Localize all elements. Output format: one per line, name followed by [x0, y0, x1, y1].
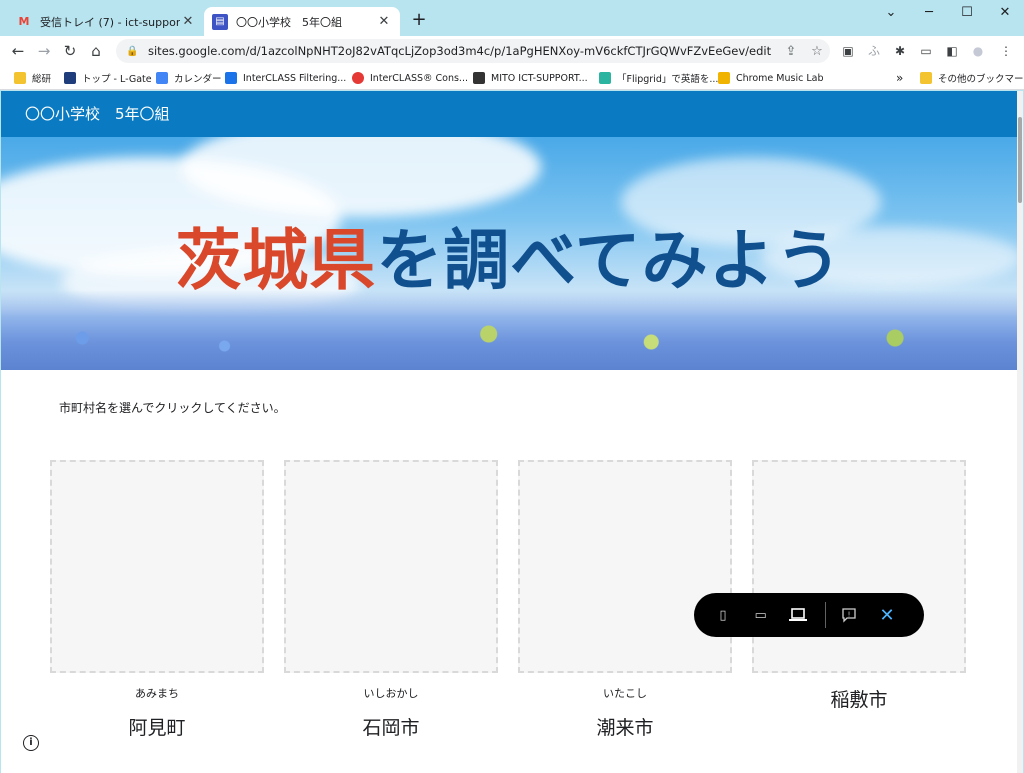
- reload-button[interactable]: ↻: [58, 39, 82, 63]
- bookmarks-bar: 総研 トップ - L-Gate カレンダー InterCLASS Filteri…: [0, 66, 1024, 90]
- folder-icon: [14, 72, 26, 84]
- bookmarks-overflow-button[interactable]: »: [896, 69, 903, 87]
- gmail-icon: M: [18, 15, 30, 28]
- city-name[interactable]: 石岡市: [284, 713, 498, 740]
- site-header: 〇〇小学校 5年〇組: [1, 91, 1017, 137]
- window-close-button[interactable]: ✕: [986, 0, 1024, 28]
- extensions-puzzle-icon[interactable]: ✱: [890, 41, 910, 61]
- address-bar[interactable]: 🔒 sites.google.com/d/1azcolNpNHT2oJ82vAT…: [116, 39, 830, 63]
- url-text[interactable]: sites.google.com/d/1azcolNpNHT2oJ82vATqc…: [148, 44, 778, 58]
- close-tab-icon[interactable]: ✕: [376, 14, 392, 29]
- bookmark-item[interactable]: InterCLASS Filtering...: [225, 69, 346, 87]
- page-viewport: 〇〇小学校 5年〇組 茨城県を調べてみよう 市町村名を選んでクリックしてください…: [1, 91, 1023, 773]
- home-button[interactable]: ⌂: [84, 39, 108, 63]
- banner-title-red: 茨城県: [175, 222, 377, 299]
- banner-title-blue: を調べてみよう: [376, 222, 843, 299]
- lock-icon[interactable]: 🔒: [126, 46, 140, 57]
- tablet-preview-icon[interactable]: ▭: [746, 600, 776, 630]
- city-card[interactable]: あみまち 阿見町: [50, 460, 264, 740]
- tab-google-sites[interactable]: ▤ 〇〇小学校 5年〇組 ✕: [204, 7, 400, 36]
- side-panel-icon[interactable]: ◧: [942, 41, 962, 61]
- google-sites-icon: ▤: [212, 13, 228, 30]
- image-placeholder[interactable]: [752, 460, 966, 673]
- city-name[interactable]: 潮来市: [518, 713, 732, 740]
- minimize-button[interactable]: ─: [910, 0, 948, 28]
- forward-button[interactable]: →: [32, 39, 56, 63]
- image-placeholder[interactable]: [284, 460, 498, 673]
- laptop-preview-icon[interactable]: [784, 600, 814, 630]
- preview-separator: [825, 602, 827, 628]
- share-icon[interactable]: ⇪: [778, 44, 804, 59]
- instruction-text: 市町村名を選んでクリックしてください。: [59, 401, 286, 415]
- tab-search-chevron-icon[interactable]: ⌄: [872, 0, 910, 28]
- city-card[interactable]: 稲敷市: [752, 460, 966, 712]
- tab-title: 受信トレイ (7) - ict-support@mict...: [40, 15, 180, 29]
- ime-extension-icon[interactable]: ふ: [864, 41, 884, 61]
- image-placeholder[interactable]: [50, 460, 264, 673]
- maximize-button[interactable]: ☐: [948, 0, 986, 28]
- new-tab-button[interactable]: +: [408, 9, 430, 31]
- city-card[interactable]: いしおかし 石岡市: [284, 460, 498, 740]
- cast-icon[interactable]: ▭: [916, 41, 936, 61]
- music-lab-icon: [718, 72, 730, 84]
- interclass-icon: [225, 72, 237, 84]
- scrollbar-thumb[interactable]: [1018, 117, 1022, 203]
- chrome-menu-icon[interactable]: ⋮: [996, 41, 1016, 61]
- phone-preview-icon[interactable]: ▯: [708, 600, 738, 630]
- bookmark-item[interactable]: MITO ICT-SUPPORT...: [473, 69, 588, 87]
- tab-gmail[interactable]: M 受信トレイ (7) - ict-support@mict... ✕: [8, 7, 204, 36]
- city-name[interactable]: 稲敷市: [752, 685, 966, 712]
- svg-text:!: !: [848, 611, 851, 619]
- bookmark-star-icon[interactable]: ☆: [804, 44, 830, 59]
- banner: 茨城県を調べてみよう: [1, 137, 1017, 370]
- folder-icon: [920, 72, 932, 84]
- bookmark-item[interactable]: InterCLASS® Cons...: [352, 69, 468, 87]
- close-preview-icon[interactable]: ✕: [872, 600, 902, 630]
- city-ruby: いたこし: [603, 687, 647, 700]
- city-ruby: いしおかし: [363, 687, 419, 700]
- city-ruby: あみまち: [135, 687, 179, 700]
- extension-icon[interactable]: ▣: [838, 41, 858, 61]
- close-tab-icon[interactable]: ✕: [180, 14, 196, 29]
- tab-title: 〇〇小学校 5年〇組: [236, 15, 342, 29]
- page-scrollbar[interactable]: [1017, 91, 1023, 773]
- bookmark-item[interactable]: カレンダー: [156, 69, 222, 87]
- banner-title: 茨城県を調べてみよう: [1, 207, 1017, 303]
- tab-strip: M 受信トレイ (7) - ict-support@mict... ✕ ▤ 〇〇…: [0, 0, 1024, 36]
- other-bookmarks[interactable]: その他のブックマーク: [920, 69, 1024, 87]
- feedback-bubble-icon: !: [842, 608, 856, 623]
- feedback-icon[interactable]: !: [834, 600, 864, 630]
- flipgrid-icon: [599, 72, 611, 84]
- profile-avatar[interactable]: ●: [968, 41, 988, 61]
- monitor-icon: [473, 72, 485, 84]
- preview-toolbar: ▯ ▭ ! ✕: [694, 593, 924, 637]
- site-title[interactable]: 〇〇小学校 5年〇組: [25, 105, 170, 123]
- lgate-icon: [64, 72, 76, 84]
- interclass-console-icon: [352, 72, 364, 84]
- laptop-icon: [789, 608, 808, 621]
- calendar-icon: [156, 72, 168, 84]
- bookmark-item[interactable]: 「Flipgrid」で英語を...: [599, 69, 718, 87]
- info-icon[interactable]: i: [23, 735, 39, 751]
- city-name[interactable]: 阿見町: [50, 713, 264, 740]
- browser-toolbar: ← → ↻ ⌂ 🔒 sites.google.com/d/1azcolNpNHT…: [0, 36, 1024, 66]
- image-placeholder[interactable]: [518, 460, 732, 673]
- bookmark-item[interactable]: Chrome Music Lab: [718, 69, 823, 87]
- bookmark-item[interactable]: トップ - L-Gate: [64, 69, 152, 87]
- back-button[interactable]: ←: [6, 39, 30, 63]
- bookmark-item[interactable]: 総研: [14, 69, 51, 87]
